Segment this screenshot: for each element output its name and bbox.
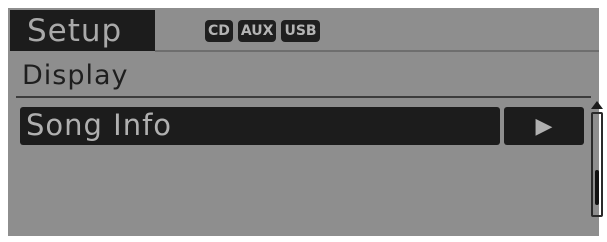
scroll-up-icon[interactable] [591,101,603,109]
header-divider [155,50,599,52]
menu-item-song-info[interactable]: Song Info [20,107,500,145]
section-title: Display [22,60,129,91]
setup-header: Setup [10,10,155,51]
source-badges: CD AUX USB [205,20,320,42]
scrollbar-track[interactable] [591,112,603,217]
submenu-arrow-button[interactable]: ▶ [504,107,584,145]
page-title: Setup [27,12,123,49]
menu-item-label: Song Info [26,108,173,142]
aux-badge-icon: AUX [237,20,277,42]
scrollbar-thumb[interactable] [595,170,599,205]
usb-badge-icon: USB [281,20,320,42]
arrow-right-icon: ▶ [535,113,553,139]
cd-badge-icon: CD [205,20,233,42]
display-screen: Setup CD AUX USB Display Song Info ▶ [8,8,603,236]
section-divider [16,96,591,98]
